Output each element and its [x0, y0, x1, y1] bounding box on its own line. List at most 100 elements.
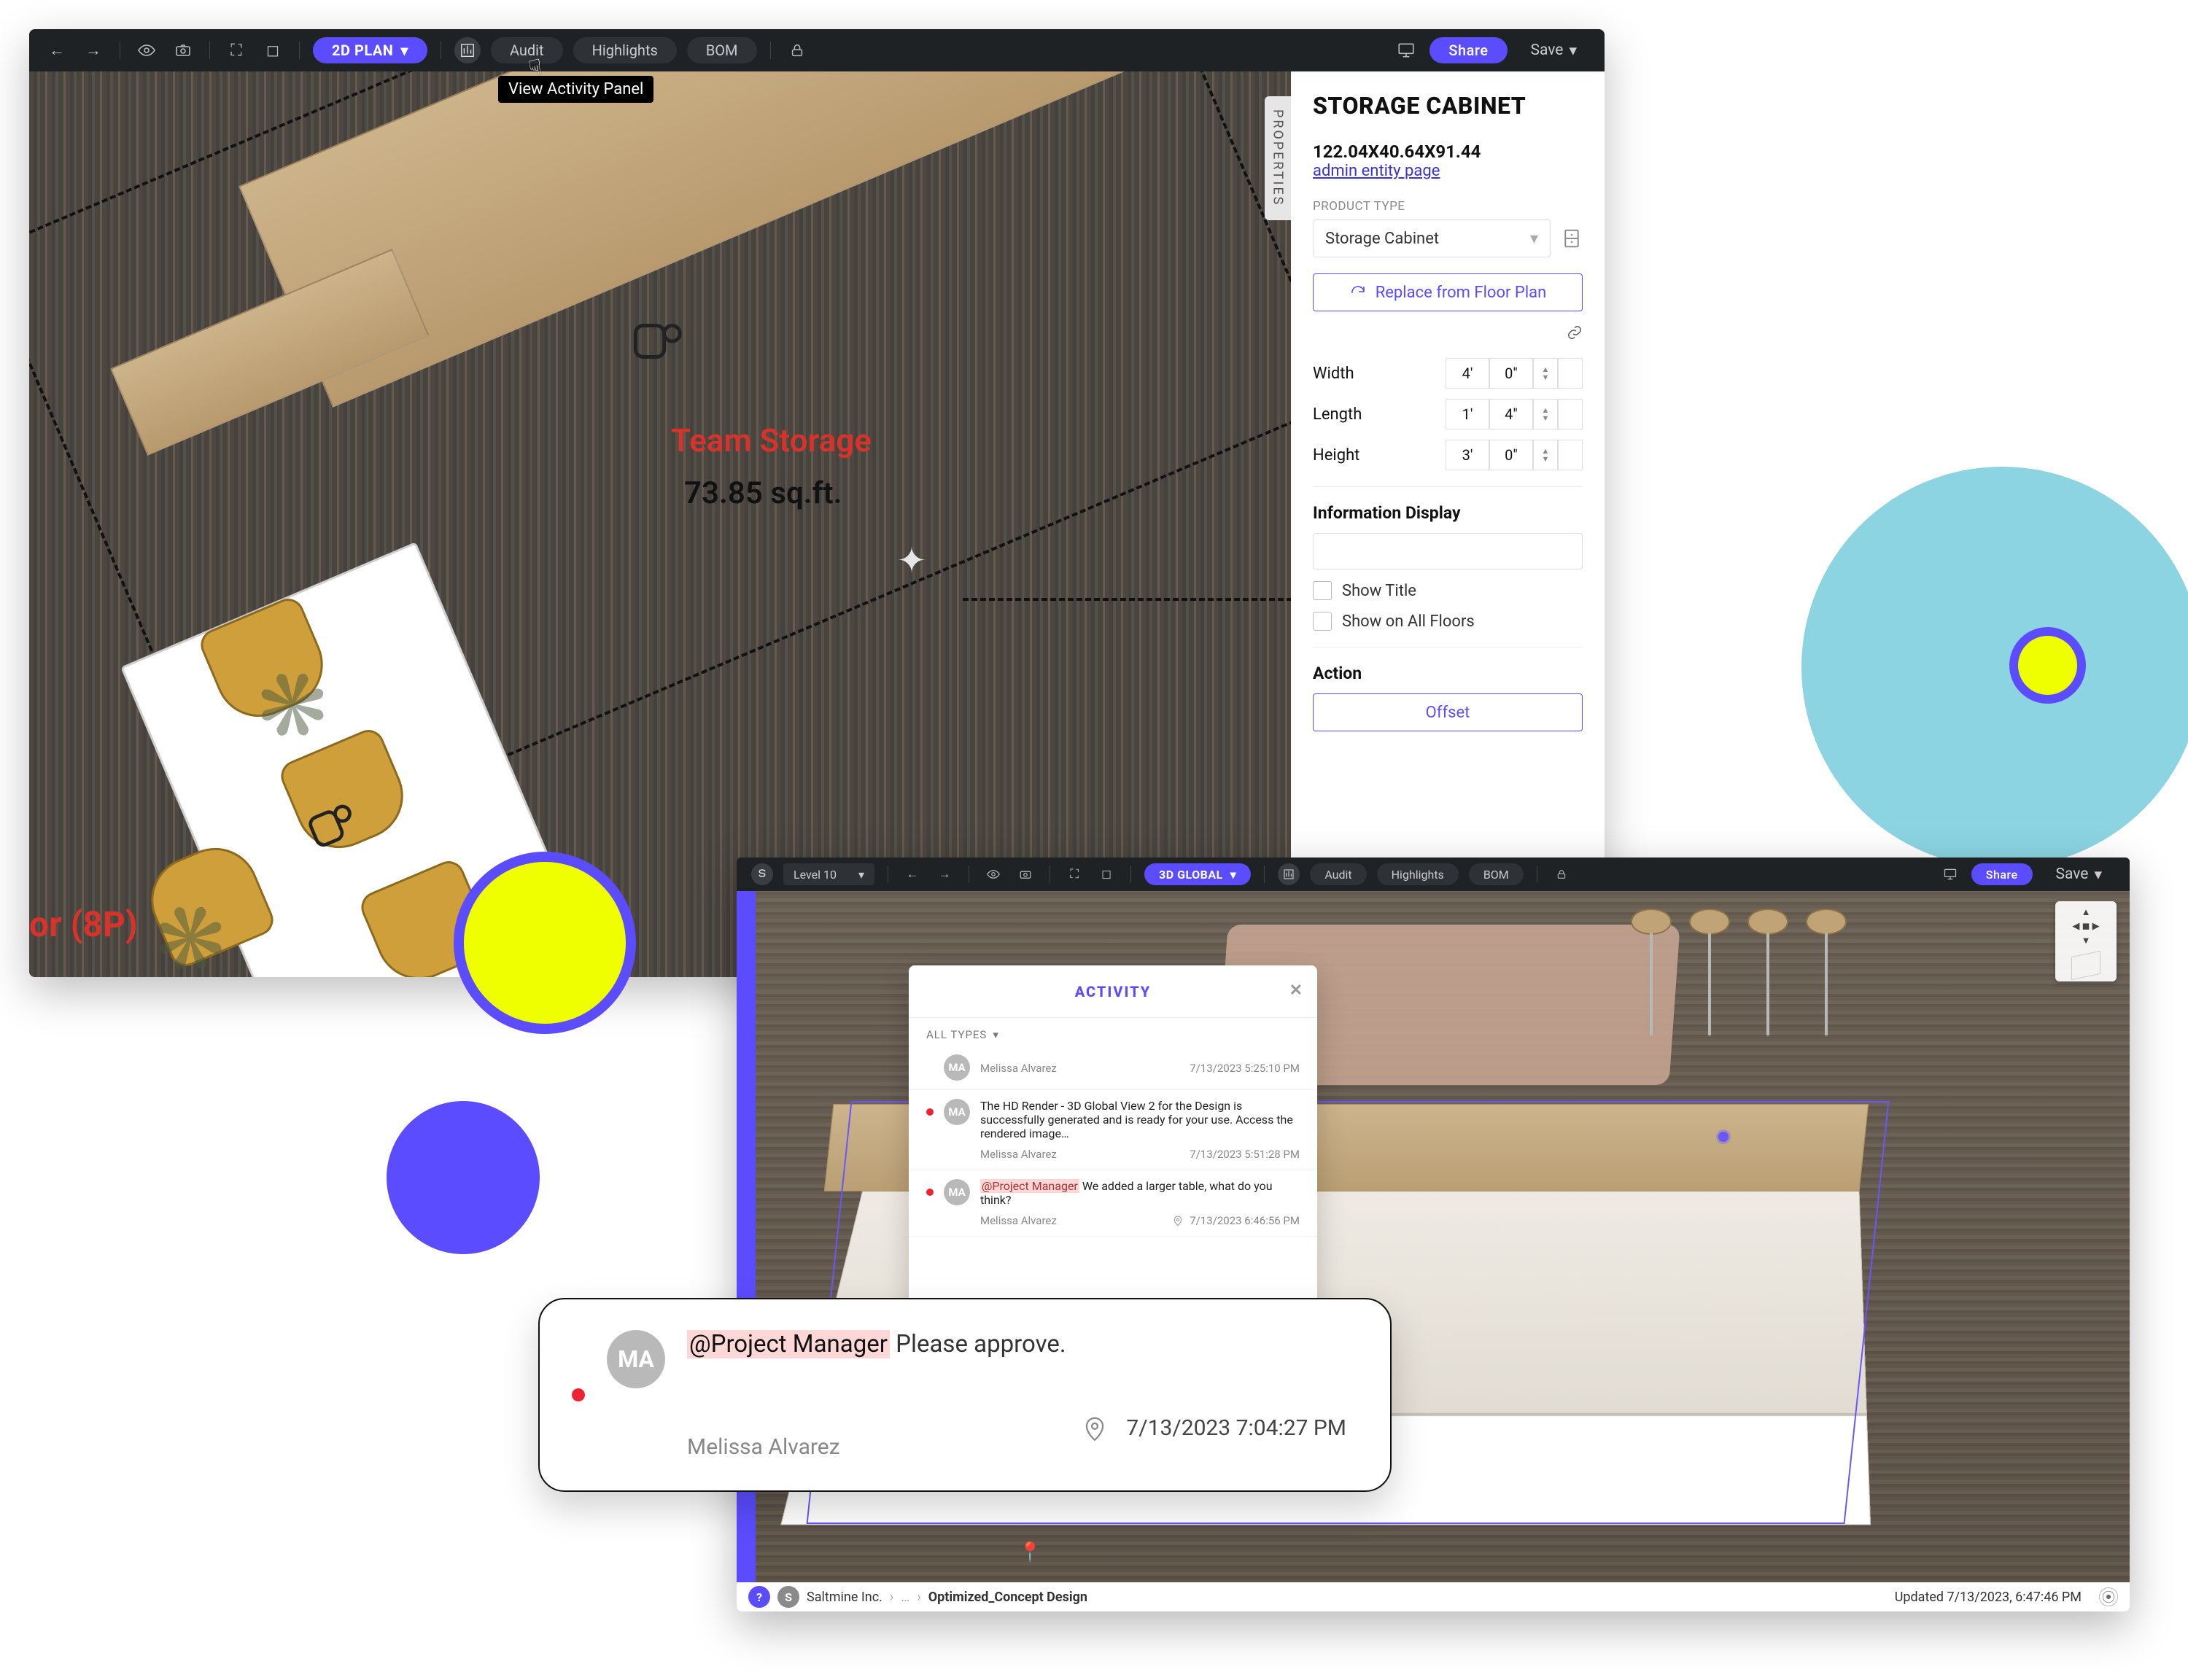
org-badge-icon[interactable]: S — [777, 1586, 799, 1608]
eye-icon[interactable] — [133, 37, 160, 63]
avatar: MA — [944, 1099, 970, 1125]
comment-author: Melissa Alvarez — [687, 1434, 840, 1460]
tab-audit[interactable]: Audit — [1310, 863, 1366, 885]
height-ft[interactable]: 3' — [1446, 440, 1489, 470]
show-title-check[interactable]: Show Title — [1313, 581, 1583, 600]
comment-timestamp: 7/13/2023 7:04:27 PM — [1126, 1415, 1346, 1441]
unread-dot-icon — [926, 1108, 934, 1116]
replace-button[interactable]: Replace from Floor Plan — [1313, 273, 1583, 311]
height-in[interactable]: 0" — [1489, 440, 1533, 470]
forward-icon[interactable]: → — [934, 863, 955, 885]
replace-icon — [1349, 284, 1367, 301]
width-stepper[interactable]: ▲▼ — [1533, 358, 1558, 389]
stool-shape[interactable] — [1689, 909, 1730, 1040]
activity-title: ACTIVITY — [1075, 983, 1152, 1000]
product-type-select[interactable]: Storage Cabinet ▾ — [1313, 219, 1551, 257]
camera-icon[interactable] — [170, 37, 196, 63]
activity-text: The HD Render - 3D Global View 2 for the… — [980, 1099, 1300, 1140]
stool-shape[interactable] — [1747, 909, 1788, 1040]
level-select[interactable]: Level 10▾ — [783, 863, 874, 885]
avatar: MA — [944, 1179, 970, 1205]
lock-icon[interactable] — [784, 37, 810, 63]
window-2d-plan: ← → ⛶ ◻ 2D PLAN ▾ Audit Highlights BOM — [29, 29, 1605, 977]
activity-item[interactable]: MA @Project Manager We added a larger ta… — [909, 1170, 1317, 1237]
footer-updated: Updated 7/13/2023, 6:47:46 PM — [1895, 1590, 2082, 1605]
present-icon[interactable] — [1939, 863, 1961, 885]
forward-icon[interactable]: → — [80, 37, 106, 63]
tab-bom[interactable]: BOM — [1469, 863, 1524, 885]
activity-item[interactable]: MA Melissa Alvarez7/13/2023 5:25:10 PM — [909, 1046, 1317, 1090]
length-stepper[interactable]: ▲▼ — [1533, 399, 1558, 429]
width-lock-check[interactable] — [1558, 358, 1583, 389]
show-all-floors-check[interactable]: Show on All Floors — [1313, 612, 1583, 631]
fullscreen-icon[interactable]: ⛶ — [223, 37, 249, 63]
share-button[interactable]: Share — [1971, 863, 2033, 885]
length-lock-check[interactable] — [1558, 399, 1583, 429]
crumb-project[interactable]: Optimized_Concept Design — [928, 1590, 1087, 1605]
share-button[interactable]: Share — [1429, 37, 1507, 63]
length-ft[interactable]: 1' — [1446, 399, 1489, 429]
panel-dimensions: 122.04X40.64X91.44 — [1313, 141, 1583, 162]
toolbar-a: ← → ⛶ ◻ 2D PLAN ▾ Audit Highlights BOM — [29, 29, 1605, 71]
bounds-icon[interactable]: ◻ — [260, 37, 286, 63]
orbit-control[interactable]: ▲ ◀ ◼ ▶ ▼ — [2055, 901, 2117, 981]
lock-icon[interactable] — [1551, 863, 1572, 885]
chevron-down-icon: ▾ — [858, 868, 864, 882]
activity-item[interactable]: MA The HD Render - 3D Global View 2 for … — [909, 1090, 1317, 1170]
length-label: Length — [1313, 405, 1446, 424]
toolbar-b: Level 10▾ ← → ⛶ ◻ 3D GLOBAL ▾ Audit High… — [737, 858, 2130, 891]
panel-title: STORAGE CABINET — [1313, 92, 1583, 120]
help-icon[interactable]: ? — [748, 1586, 770, 1608]
bounds-icon[interactable]: ◻ — [1095, 863, 1117, 885]
object-glyph-icon — [613, 298, 700, 385]
back-icon[interactable]: ← — [44, 37, 70, 63]
info-display-field[interactable] — [1313, 533, 1583, 569]
view-mode-pill[interactable]: 2D PLAN ▾ — [313, 37, 427, 63]
offset-button[interactable]: Offset — [1313, 693, 1583, 731]
unread-dot-icon — [572, 1388, 585, 1401]
stool-shape[interactable] — [1806, 909, 1847, 1040]
floorplan-canvas[interactable]: ❋ ❋ ✦ Team Storage 73.85 sq.ft. Di or (8… — [29, 71, 1291, 977]
view-mode-pill[interactable]: 3D GLOBAL ▾ — [1144, 863, 1251, 885]
back-icon[interactable]: ← — [901, 863, 923, 885]
activity-icon[interactable] — [1278, 863, 1300, 885]
close-icon[interactable]: ✕ — [1289, 981, 1304, 1000]
app-logo-icon[interactable] — [751, 863, 773, 885]
save-button[interactable]: Save ▾ — [1518, 37, 1590, 63]
tab-highlights[interactable]: Highlights — [573, 37, 677, 63]
properties-tab[interactable]: PROPERTIES — [1265, 96, 1291, 220]
height-stepper[interactable]: ▲▼ — [1533, 440, 1558, 470]
activity-icon[interactable] — [454, 37, 481, 63]
link-dimensions-icon[interactable] — [1291, 320, 1605, 341]
camera-icon[interactable] — [1015, 863, 1036, 885]
width-label: Width — [1313, 365, 1446, 383]
eye-icon[interactable] — [982, 863, 1004, 885]
height-lock-check[interactable] — [1558, 440, 1583, 470]
object-pin-icon[interactable] — [1718, 1132, 1729, 1142]
location-pin-icon — [1172, 1215, 1184, 1226]
tooltip-activity: View Activity Panel — [498, 76, 653, 103]
stool-shape[interactable] — [1631, 909, 1672, 1040]
anchor-icon[interactable]: ✦ — [890, 538, 934, 582]
avatar: MA — [944, 1054, 970, 1081]
chevron-down-icon: ▾ — [993, 1028, 999, 1041]
activity-filter[interactable]: ALL TYPES ▾ — [909, 1018, 1317, 1046]
dimensions-grid: Width 4' 0" ▲▼ Length 1' 4" ▲▼ Height 3'… — [1313, 358, 1583, 470]
present-icon[interactable] — [1393, 37, 1419, 63]
width-ft[interactable]: 4' — [1446, 358, 1489, 389]
info-display-title: Information Display — [1313, 503, 1583, 523]
window-3d-global: Level 10▾ ← → ⛶ ◻ 3D GLOBAL ▾ Audit High… — [737, 858, 2130, 1611]
crumb-org[interactable]: Saltmine Inc. — [807, 1590, 882, 1605]
length-in[interactable]: 4" — [1489, 399, 1533, 429]
zone-area-label: 73.85 sq.ft. — [684, 475, 842, 511]
save-button[interactable]: Save ▾ — [2043, 861, 2115, 887]
avatar: MA — [607, 1330, 665, 1388]
fullscreen-icon[interactable]: ⛶ — [1063, 863, 1085, 885]
tab-highlights[interactable]: Highlights — [1377, 863, 1459, 885]
height-label: Height — [1313, 446, 1446, 464]
admin-link[interactable]: admin entity page — [1313, 162, 1440, 180]
width-in[interactable]: 0" — [1489, 358, 1533, 389]
target-icon[interactable]: ⦿ — [2099, 1587, 2118, 1606]
floor-pin-icon[interactable]: 📍 — [1018, 1541, 1041, 1563]
tab-bom[interactable]: BOM — [687, 37, 757, 63]
